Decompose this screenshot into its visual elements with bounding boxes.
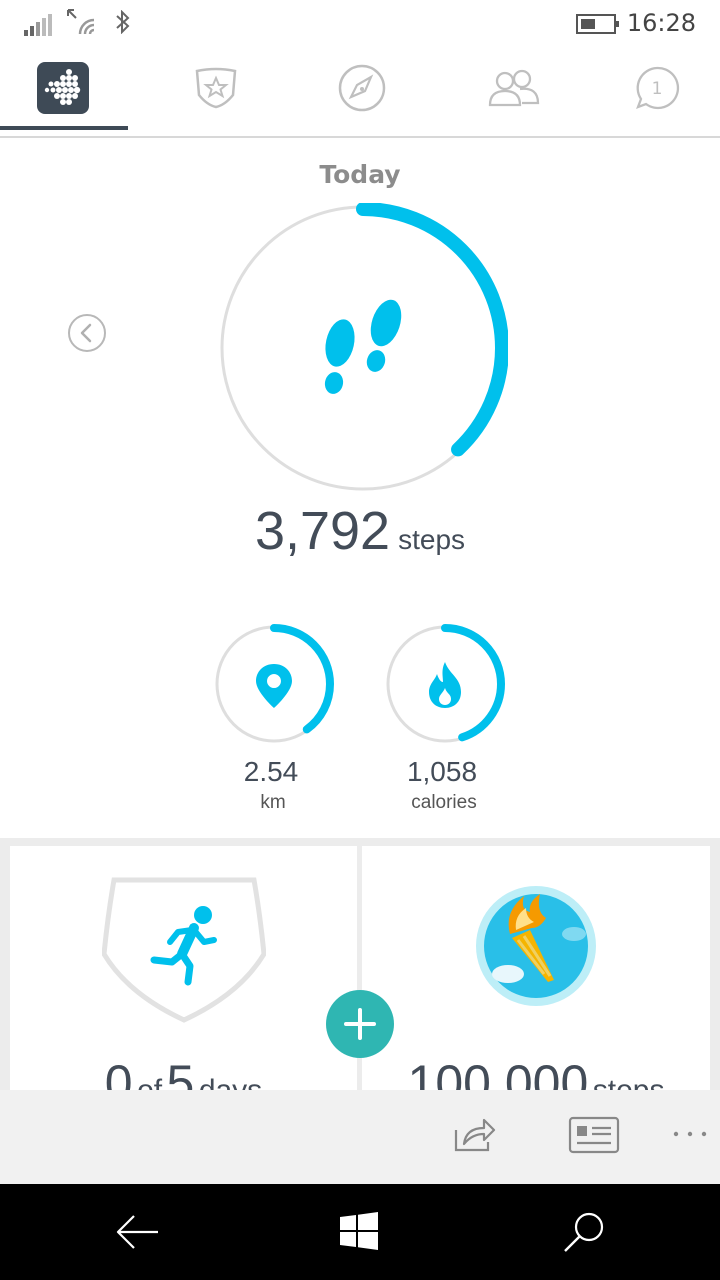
compass-icon xyxy=(338,64,386,112)
tab-messages[interactable]: 1 xyxy=(612,58,702,118)
badge-tile[interactable]: 100,000 steps xyxy=(362,846,710,1090)
battery-icon xyxy=(576,14,619,34)
badge-star-icon xyxy=(195,67,237,109)
signal-icon xyxy=(24,14,52,36)
chevron-left-icon xyxy=(80,323,92,343)
calories-unit: calories xyxy=(411,792,477,813)
distance-value: 2.54 xyxy=(243,756,299,787)
share-icon[interactable] xyxy=(452,1114,496,1154)
tab-friends[interactable] xyxy=(469,58,559,118)
windows-start-icon[interactable] xyxy=(340,1212,378,1250)
plus-icon xyxy=(344,1008,376,1040)
back-arrow-icon[interactable] xyxy=(114,1212,160,1252)
distance-progress-arc xyxy=(214,624,334,744)
footsteps-icon xyxy=(324,299,402,394)
status-bar: 16:28 xyxy=(0,0,720,48)
tab-challenges[interactable] xyxy=(171,58,261,118)
app-bar xyxy=(0,1090,720,1184)
exercise-tile[interactable]: 0 of 5 days xyxy=(10,846,357,1090)
friends-icon xyxy=(488,69,540,107)
tab-discover[interactable] xyxy=(317,58,407,118)
day-label: Today xyxy=(319,160,401,189)
steps-value: 3,792 xyxy=(254,501,391,561)
message-count-badge: 1 xyxy=(652,79,663,99)
badge-goal-text: 100,000 steps xyxy=(407,1055,665,1090)
distance-unit: km xyxy=(260,792,286,813)
bluetooth-icon xyxy=(116,10,130,34)
exercise-shield-icon xyxy=(102,877,266,1023)
search-icon[interactable] xyxy=(562,1210,606,1254)
steps-progress-ring[interactable] xyxy=(218,203,508,493)
exercise-goal-text: 0 of 5 days xyxy=(104,1055,262,1090)
tab-dashboard[interactable] xyxy=(18,58,108,118)
log-activity-button[interactable] xyxy=(326,990,394,1058)
torch-badge-icon xyxy=(476,886,596,1006)
contact-card-icon[interactable] xyxy=(568,1116,620,1154)
distance-ring[interactable] xyxy=(212,622,336,746)
more-options-icon[interactable] xyxy=(672,1128,708,1140)
calories-value: 1,058 xyxy=(406,756,478,787)
clock: 16:28 xyxy=(626,9,696,37)
previous-day-button[interactable] xyxy=(68,314,106,352)
fitbit-logo-icon xyxy=(37,62,89,114)
wifi-icon xyxy=(67,9,95,35)
steps-progress-arc xyxy=(218,203,508,493)
active-tab-indicator xyxy=(0,126,128,130)
top-tab-bar: 1 xyxy=(0,48,720,138)
calories-ring[interactable] xyxy=(383,622,507,746)
message-icon: 1 xyxy=(636,66,680,110)
system-nav-bar xyxy=(0,1184,720,1280)
location-pin-icon xyxy=(256,664,292,708)
steps-count: 3,792 steps xyxy=(0,500,720,562)
steps-unit: steps xyxy=(398,524,466,555)
